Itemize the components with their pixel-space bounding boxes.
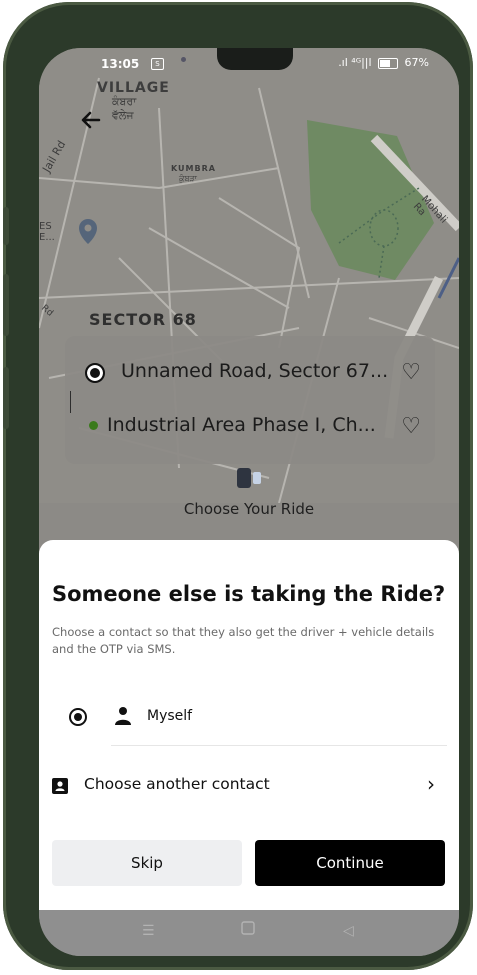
volume-button: [3, 207, 9, 245]
battery-level: 67%: [404, 56, 429, 69]
skip-button[interactable]: Skip: [52, 840, 242, 886]
option-myself-label: Myself: [147, 708, 193, 724]
map-label-village-punjabi: ਵੱਲੇਜ: [112, 109, 134, 122]
drop-dot-icon: [89, 421, 98, 430]
navigation-bar: ☰ ◁: [39, 910, 459, 956]
volume-button: [3, 274, 9, 336]
person-icon: [115, 707, 131, 725]
back-arrow-icon[interactable]: [79, 108, 105, 134]
status-time: 13:05: [101, 57, 140, 71]
sim-icon: S: [151, 58, 164, 70]
camera-lens-icon: [181, 57, 186, 62]
map-label-sector-68: SECTOR 68: [89, 310, 197, 329]
heart-icon[interactable]: ♡: [401, 360, 421, 385]
pickup-row[interactable]: Unnamed Road, Sector 67... ♡: [85, 358, 425, 388]
signal-icon: .ıl ⁴ᴳ||l: [338, 56, 372, 69]
pickup-address: Unnamed Road, Sector 67...: [121, 360, 389, 382]
drop-address: Industrial Area Phase I, Ch...: [107, 414, 376, 436]
heart-icon[interactable]: ♡: [401, 414, 421, 439]
camera-notch: [217, 48, 293, 70]
map-label-village: VILLAGE: [97, 80, 170, 96]
choose-ride-label: Choose Your Ride: [183, 500, 315, 518]
drop-row[interactable]: Industrial Area Phase I, Ch... ♡: [85, 412, 425, 442]
map-label-poi: ES E...: [39, 221, 55, 243]
sheet-subtitle: Choose a contact so that they also get t…: [52, 625, 435, 656]
pickup-dot-icon: [85, 363, 105, 383]
option-choose-contact-label: Choose another contact: [84, 775, 270, 793]
phone-frame: VILLAGE ਕੰਬਰਾ ਵੱਲੇਜ KUMBRA ਕੁੰਬੜਾ Jail R…: [3, 2, 473, 970]
divider: [111, 745, 447, 746]
bottom-sheet: Someone else is taking the Ride? Choose …: [39, 540, 459, 910]
map-label-village-punjabi: ਕੰਬਰਾ: [112, 95, 137, 108]
option-choose-contact[interactable]: Choose another contact ›: [52, 772, 447, 806]
power-button: [3, 367, 9, 429]
contact-card-icon: [52, 778, 68, 794]
option-myself[interactable]: Myself: [69, 704, 449, 736]
map-label-kumbra: KUMBRA: [171, 164, 216, 173]
map-label-kumbra-punjabi: ਕੁੰਬੜਾ: [179, 174, 197, 183]
battery-icon: [378, 57, 399, 69]
screen: VILLAGE ਕੰਬਰਾ ਵੱਲੇਜ KUMBRA ਕੁੰਬੜਾ Jail R…: [39, 48, 459, 956]
back-nav-icon[interactable]: ◁: [343, 923, 354, 939]
route-connector: [70, 391, 71, 413]
home-icon[interactable]: [241, 921, 255, 939]
continue-button[interactable]: Continue: [255, 840, 445, 886]
radio-selected-icon[interactable]: [69, 708, 87, 726]
status-right: .ıl ⁴ᴳ||l 67%: [338, 56, 429, 69]
sheet-title: Someone else is taking the Ride?: [52, 582, 446, 606]
menu-icon[interactable]: ☰: [142, 923, 155, 939]
chevron-right-icon: ›: [427, 772, 435, 796]
route-card: Unnamed Road, Sector 67... ♡ Industrial …: [65, 336, 435, 464]
